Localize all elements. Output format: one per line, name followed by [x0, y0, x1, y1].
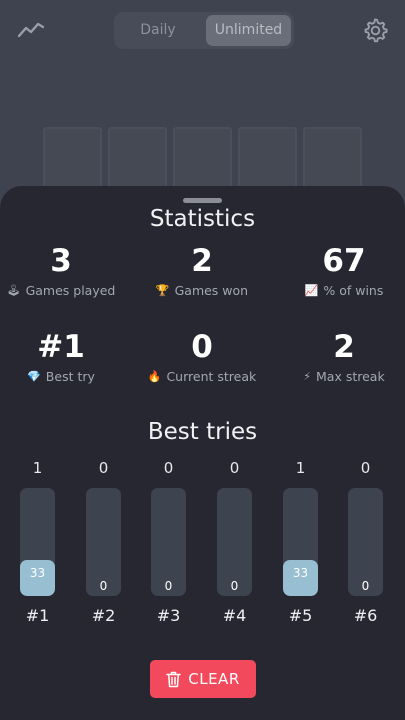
- stat-games-won: 2 🏆 Games won: [134, 243, 270, 298]
- stat-max-streak: 2 ⚡ Max streak: [276, 329, 405, 384]
- bar-track: 0: [217, 488, 252, 596]
- gem-icon: 💎: [27, 369, 41, 383]
- stat-caption: 💎 Best try: [0, 369, 129, 384]
- trophy-icon: 🏆: [155, 283, 170, 297]
- bar-percent: 0: [164, 579, 173, 593]
- tab-daily[interactable]: Daily: [118, 15, 198, 46]
- bar-track: 0: [86, 488, 121, 596]
- bar-label: #6: [353, 606, 378, 625]
- statistics-sheet: Statistics 3 🕹 Games played 2 🏆 Games won 67 📈%…: [0, 186, 405, 720]
- board-tile: [43, 127, 102, 189]
- bar-percent: 0: [361, 579, 370, 593]
- bar-track: 0: [151, 488, 186, 596]
- stat-label: Games played: [25, 283, 116, 298]
- tab-unlimited[interactable]: Unlimited: [206, 15, 291, 46]
- stat-label: Current streak: [166, 369, 257, 384]
- clear-button[interactable]: CLEAR: [150, 660, 256, 698]
- stat-current-streak: 0 🔥 Current streak: [134, 329, 270, 384]
- stat-caption: ⚡ Max streak: [276, 369, 405, 384]
- bar-percent: 0: [230, 579, 239, 593]
- board-tile: [238, 127, 297, 189]
- bar-count: 1: [32, 459, 43, 477]
- bar-label: #4: [222, 606, 247, 625]
- gear-icon[interactable]: [362, 17, 388, 43]
- statistics-title: Statistics: [149, 206, 256, 232]
- bar-track: 33: [283, 488, 318, 596]
- stat-caption: 🔥 Current streak: [134, 369, 270, 384]
- bar-track: 0: [348, 488, 383, 596]
- stat-value: 2: [333, 329, 355, 365]
- stat-caption: 🕹 Games played: [0, 283, 129, 298]
- stat-label: Best try: [45, 369, 95, 384]
- stat-value: 2: [191, 243, 213, 279]
- clear-button-label: CLEAR: [188, 670, 240, 688]
- trash-icon: [166, 671, 181, 687]
- mode-switch: Daily Unlimited: [114, 12, 294, 49]
- stat-value: 0: [191, 329, 213, 365]
- stat-label: Max streak: [316, 369, 385, 384]
- stat-value: #1: [37, 329, 85, 365]
- stat-caption: 🏆 Games won: [134, 283, 270, 298]
- chart-icon: 📈: [304, 283, 319, 297]
- board-tile: [303, 127, 362, 189]
- bar-count: 0: [360, 459, 371, 477]
- fire-icon: 🔥: [147, 369, 162, 383]
- bar-percent: 33: [29, 566, 46, 580]
- bar-percent: 33: [292, 566, 309, 580]
- stats-chart-icon[interactable]: [17, 19, 45, 41]
- bar-count: 0: [98, 459, 109, 477]
- stat-caption: 📈 % of wins: [276, 283, 405, 298]
- board-tile: [108, 127, 167, 189]
- bar-label: #3: [156, 606, 181, 625]
- stat-label: Games won: [174, 283, 249, 298]
- bar-count: 0: [163, 459, 174, 477]
- bar-track: 33: [20, 488, 55, 596]
- bar-label: #5: [288, 606, 313, 625]
- joystick-icon: 🕹: [6, 283, 21, 297]
- stat-of-wins: 67 📈 % of wins: [276, 243, 405, 298]
- best-tries-title: Best tries: [147, 419, 258, 445]
- top-bar: Daily Unlimited: [0, 0, 405, 60]
- bar-count: 1: [295, 459, 306, 477]
- stat-best-try: #1 💎 Best try: [0, 329, 129, 384]
- bar-label: #2: [91, 606, 116, 625]
- sheet-drag-handle[interactable]: [183, 198, 222, 203]
- stat-games-played: 3 🕹 Games played: [0, 243, 129, 298]
- bar-percent: 0: [99, 579, 108, 593]
- stat-value: 3: [50, 243, 72, 279]
- stat-label: % of wins: [323, 283, 384, 298]
- board-tile: [173, 127, 232, 189]
- bar-count: 0: [229, 459, 240, 477]
- lightning-icon: ⚡: [303, 369, 312, 383]
- bar-label: #1: [25, 606, 50, 625]
- stat-value: 67: [322, 243, 366, 279]
